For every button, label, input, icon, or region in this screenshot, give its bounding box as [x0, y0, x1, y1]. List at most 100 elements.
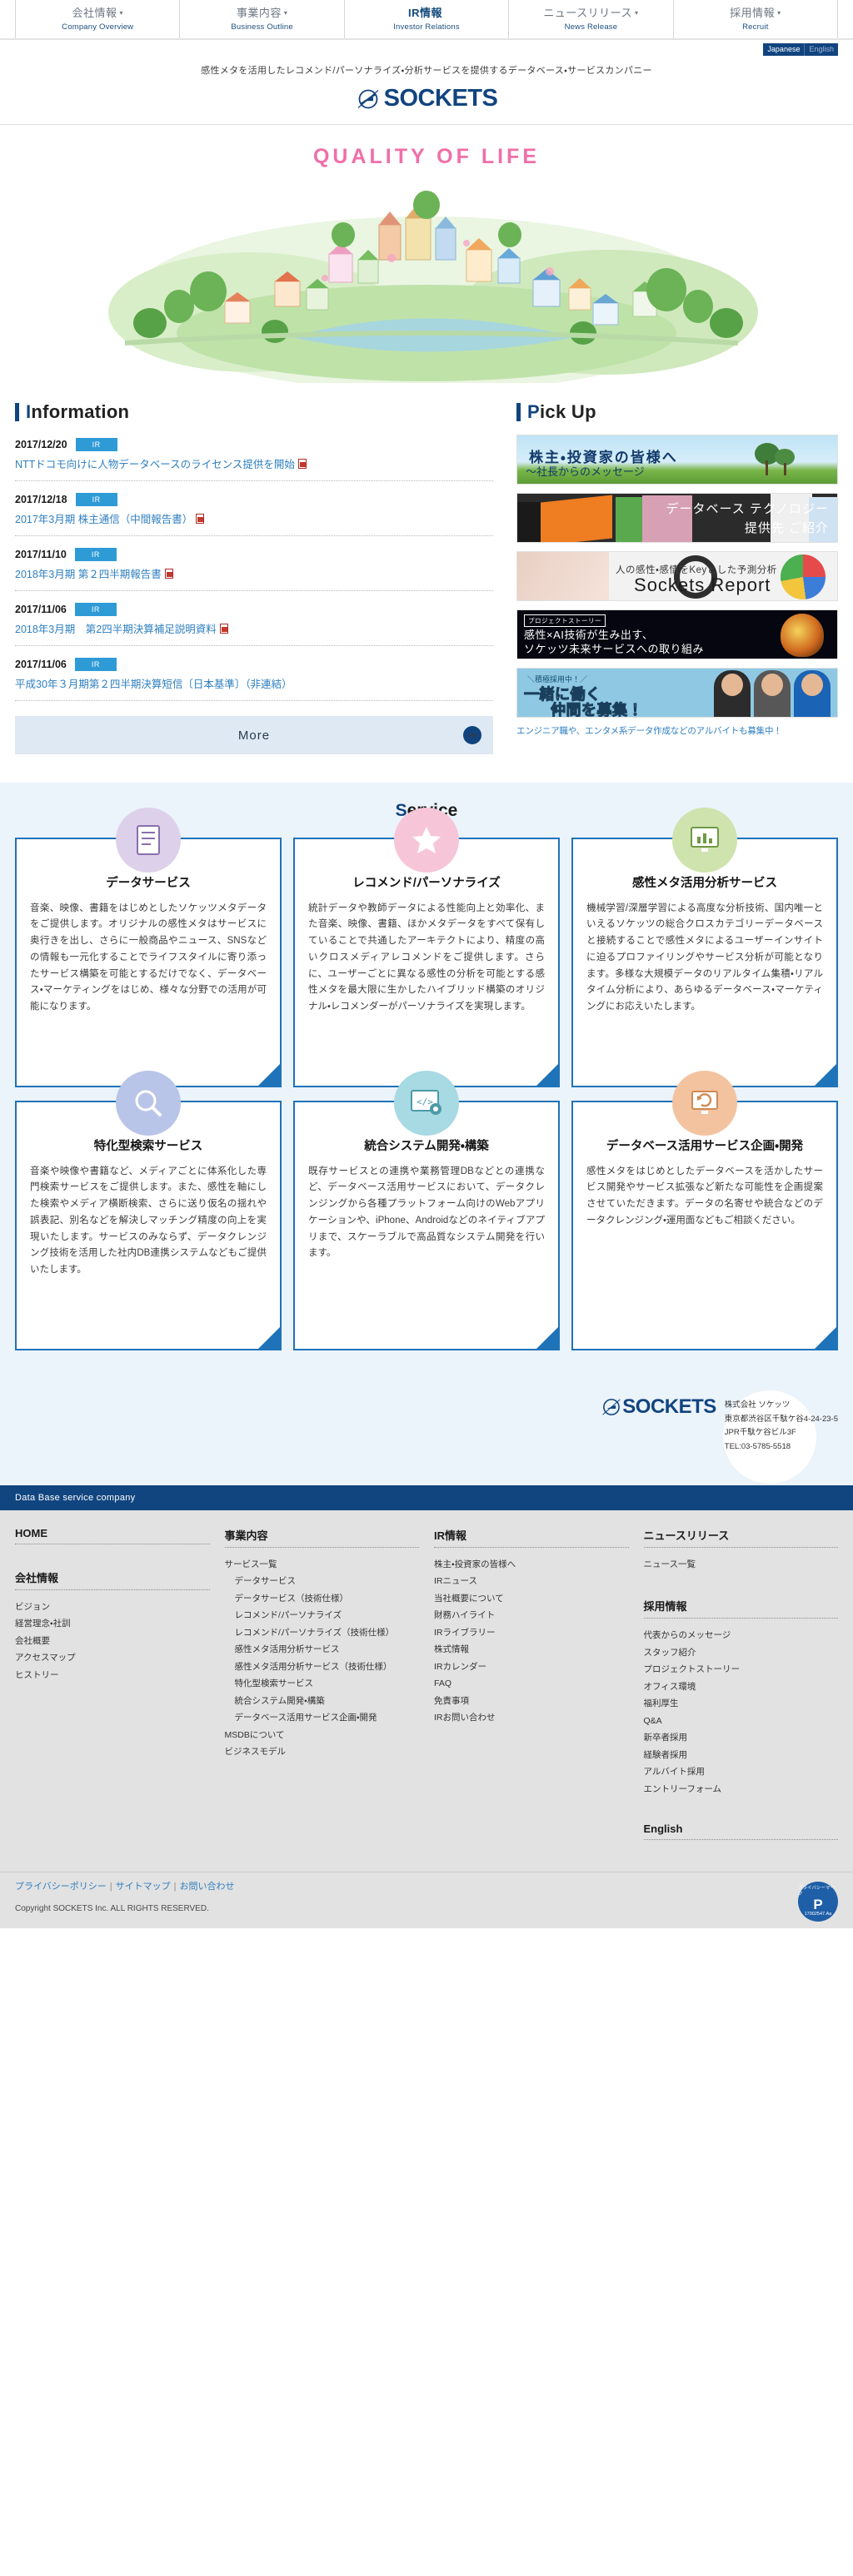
footer-link[interactable]: データベース活用サービス企画・開発 [225, 1709, 420, 1726]
footer-link[interactable]: 統合システム開発・構築 [225, 1693, 420, 1709]
footer-link[interactable]: FAQ [434, 1675, 629, 1692]
pickup-banner-sockets-report[interactable]: 人の感性・感情をKeyとした予測分析 Sockets Report [516, 551, 838, 601]
footer-link[interactable]: 株主・投資家の皆様へ [434, 1556, 629, 1573]
news-title-link[interactable]: 2018年3月期 第２四半期報告書 [15, 565, 173, 581]
person-photo [794, 670, 831, 717]
pickup-banner-subtitle: ソケッツ未来サービスへの取り組み [524, 643, 705, 655]
footer-link[interactable]: IRライブラリー [434, 1624, 629, 1641]
footer-link[interactable]: 株式情報 [434, 1641, 629, 1658]
footer-privacy-policy-link[interactable]: プライバシーポリシー [15, 1882, 107, 1892]
chevron-down-icon: ▾ [777, 9, 781, 17]
news-badge[interactable]: IR [75, 493, 117, 506]
service-card-analysis-service[interactable]: 感性メタ活用分析サービス 機械学習/深層学習による高度な分析技術、国内唯一といえ… [571, 808, 838, 1087]
service-card-body: 統計データや教師データによる性能向上と効率化、また音楽、映像、書籍、ほかメタデー… [308, 903, 545, 1012]
pickup-banner-project-story[interactable]: プロジェクトストーリー 感性×AI技術が生み出す、 ソケッツ未来サービスへの取り… [516, 609, 838, 659]
footer-link[interactable]: スタッフ紹介 [644, 1644, 839, 1661]
pickup-banner-recruit[interactable]: ＼積極採用中！／ 一緒に働く 仲間を募集！ [516, 668, 838, 718]
service-card-db-planning[interactable]: データベース活用サービス企画・開発 感性メタをはじめとしたデータベースを活かした… [571, 1071, 838, 1350]
pickup-banner-database-technology[interactable]: データベース テクノロジー 提供先 ご紹介 [516, 493, 838, 543]
footer-link[interactable]: 当社概要について [434, 1590, 629, 1607]
footer-link[interactable]: IRニュース [434, 1573, 629, 1589]
footer-link[interactable]: IRお問い合わせ [434, 1709, 629, 1726]
footer-link[interactable]: プロジェクトストーリー [644, 1661, 839, 1678]
nav-item-news-release[interactable]: ニュースリリース ▾ News Release [508, 0, 672, 38]
news-title-link[interactable]: 2017年3月期 株主通信（中間報告書） [15, 510, 205, 526]
service-card-body: 感性メタをはじめとしたデータベースを活かしたサービス開発やサービス拡張など新たな… [586, 1166, 823, 1226]
hero-banner: QUALITY OF LIFE [0, 125, 853, 383]
footer-link[interactable]: レコメンド/パーソナライズ [225, 1607, 420, 1624]
news-title-link[interactable]: 2018年3月期 第2四半期決算補足説明資料 [15, 620, 228, 636]
pickup-banner-shareholder-message[interactable]: 株主・投資家の皆様へ ～社長からのメッセージ [516, 435, 838, 485]
nav-item-label-ja: 採用情報 ▾ [730, 7, 781, 20]
footer-link[interactable]: 新卒者採用 [644, 1729, 839, 1746]
footer-link[interactable]: 感性メタ活用分析サービス（技術仕様） [225, 1658, 420, 1675]
pickup-heading: Pick Up [516, 403, 838, 421]
service-card-body: 機械学習/深層学習による高度な分析技術、国内唯一といえるソケッツの総合クロスカテ… [586, 903, 823, 1012]
hero-title: QUALITY OF LIFE [312, 145, 541, 168]
footer-link[interactable]: データサービス（技術仕様） [225, 1590, 420, 1607]
nav-item-label-en: Company Overview [62, 22, 134, 32]
news-badge[interactable]: IR [74, 658, 117, 671]
news-title-link[interactable]: NTTドコモ向けに人物データベースのライセンス提供を開始 [15, 455, 307, 471]
footer-link[interactable]: レコメンド/パーソナライズ（技術仕様） [225, 1624, 420, 1641]
pickup-banner-subtitle: 提供先 ご紹介 [744, 521, 829, 535]
star-icon [394, 808, 459, 873]
footer-contact-link[interactable]: お問い合わせ [180, 1882, 235, 1892]
footer-link[interactable]: アルバイト採用 [644, 1763, 839, 1780]
nav-item-investor-relations[interactable]: IR情報 Investor Relations [343, 0, 508, 38]
footer-link[interactable]: 福利厚生 [644, 1695, 839, 1712]
service-card-data-service[interactable]: データサービス 音楽、映像、書籍をはじめとしたソケッツメタデータをご提供します。… [15, 808, 282, 1087]
footer-link[interactable]: 免責事項 [434, 1693, 629, 1709]
footer-link[interactable]: 財務ハイライト [434, 1607, 629, 1624]
footer-link[interactable]: MSDBについて [225, 1727, 420, 1743]
footer-column-heading[interactable]: 会社情報 [15, 1569, 210, 1590]
footer-link[interactable]: アクセスマップ [15, 1649, 210, 1666]
more-news-button[interactable]: More ➜ [15, 716, 494, 754]
news-badge[interactable]: IR [75, 438, 117, 451]
language-japanese[interactable]: Japanese [763, 42, 805, 56]
news-badge[interactable]: IR [74, 603, 117, 616]
footer-column-heading-english[interactable]: English [643, 1823, 838, 1841]
footer-link[interactable]: ビジネスモデル [225, 1743, 420, 1760]
footer-link[interactable]: 経験者採用 [644, 1747, 839, 1763]
footer-link[interactable]: 特化型検索サービス [225, 1675, 420, 1692]
person-head [721, 674, 743, 696]
footer-link[interactable]: 代表からのメッセージ [644, 1627, 839, 1644]
news-badge[interactable]: IR [74, 548, 117, 561]
site-logo[interactable]: SOCKETS [0, 80, 853, 125]
primary-navigation: 会社情報 ▾ Company Overview 事業内容 ▾ Business Ou… [0, 0, 853, 40]
footer-link[interactable]: IRカレンダー [434, 1658, 629, 1675]
footer-column-heading[interactable]: IR情報 [434, 1527, 629, 1548]
pickup-banner-title: データベース テクノロジー [666, 502, 829, 516]
footer-link[interactable]: サービス一覧 [225, 1556, 420, 1573]
news-date: 2017/11/10 [15, 549, 67, 560]
footer-link[interactable]: 経営理念・社訓 [15, 1615, 210, 1632]
footer-link[interactable]: 会社概要 [15, 1633, 210, 1649]
corporate-tel: TEL:03-5785-5518 [724, 1441, 791, 1451]
footer-link[interactable]: ヒストリー [15, 1667, 210, 1683]
footer-link[interactable]: Q&A [644, 1713, 839, 1729]
main-content: Information 2017/12/20 IR NTTドコモ向けに人物データ… [0, 383, 853, 783]
nav-item-recruit[interactable]: 採用情報 ▾ Recruit [672, 0, 839, 38]
service-card-system-development[interactable]: </> 統合システム開発・構築 既存サービスとの連携や業務管理DBなどとの連携な… [293, 1071, 560, 1350]
service-card-search-service[interactable]: 特化型検索サービス 音楽や映像や書籍など、メディアごとに体系化した専門検索サービ… [15, 1071, 282, 1350]
footer-column-heading[interactable]: ニュースリリース [643, 1527, 838, 1548]
nav-item-company-overview[interactable]: 会社情報 ▾ Company Overview [15, 0, 179, 38]
footer-link[interactable]: ビジョン [15, 1599, 210, 1615]
footer-sitemap-link[interactable]: サイトマップ [116, 1882, 171, 1892]
nav-item-business-outline[interactable]: 事業内容 ▾ Business Outline [179, 0, 343, 38]
footer-column-heading[interactable]: HOME [15, 1527, 210, 1544]
corporate-logo[interactable]: SOCKETS [601, 1395, 716, 1419]
language-english[interactable]: English [804, 42, 838, 56]
footer-link[interactable]: エントリーフォーム [644, 1781, 839, 1798]
footer-link[interactable]: 感性メタ活用分析サービス [225, 1641, 420, 1658]
footer-tagline: Data Base service company [0, 1485, 853, 1510]
news-title-link[interactable]: 平成30年３月期第２四半期決算短信〔日本基準〕（非連結） [15, 675, 292, 691]
service-card-recommend-personalize[interactable]: レコメンド/パーソナライズ 統計データや教師データによる性能向上と効率化、また音… [293, 808, 560, 1087]
footer-column-heading[interactable]: 採用情報 [643, 1598, 838, 1619]
footer-link[interactable]: データサービス [225, 1573, 420, 1589]
footer-column-heading[interactable]: 事業内容 [224, 1527, 419, 1548]
tablet-shape [616, 497, 645, 542]
footer-link[interactable]: オフィス環境 [644, 1678, 839, 1695]
footer-link[interactable]: ニュース一覧 [644, 1556, 839, 1573]
